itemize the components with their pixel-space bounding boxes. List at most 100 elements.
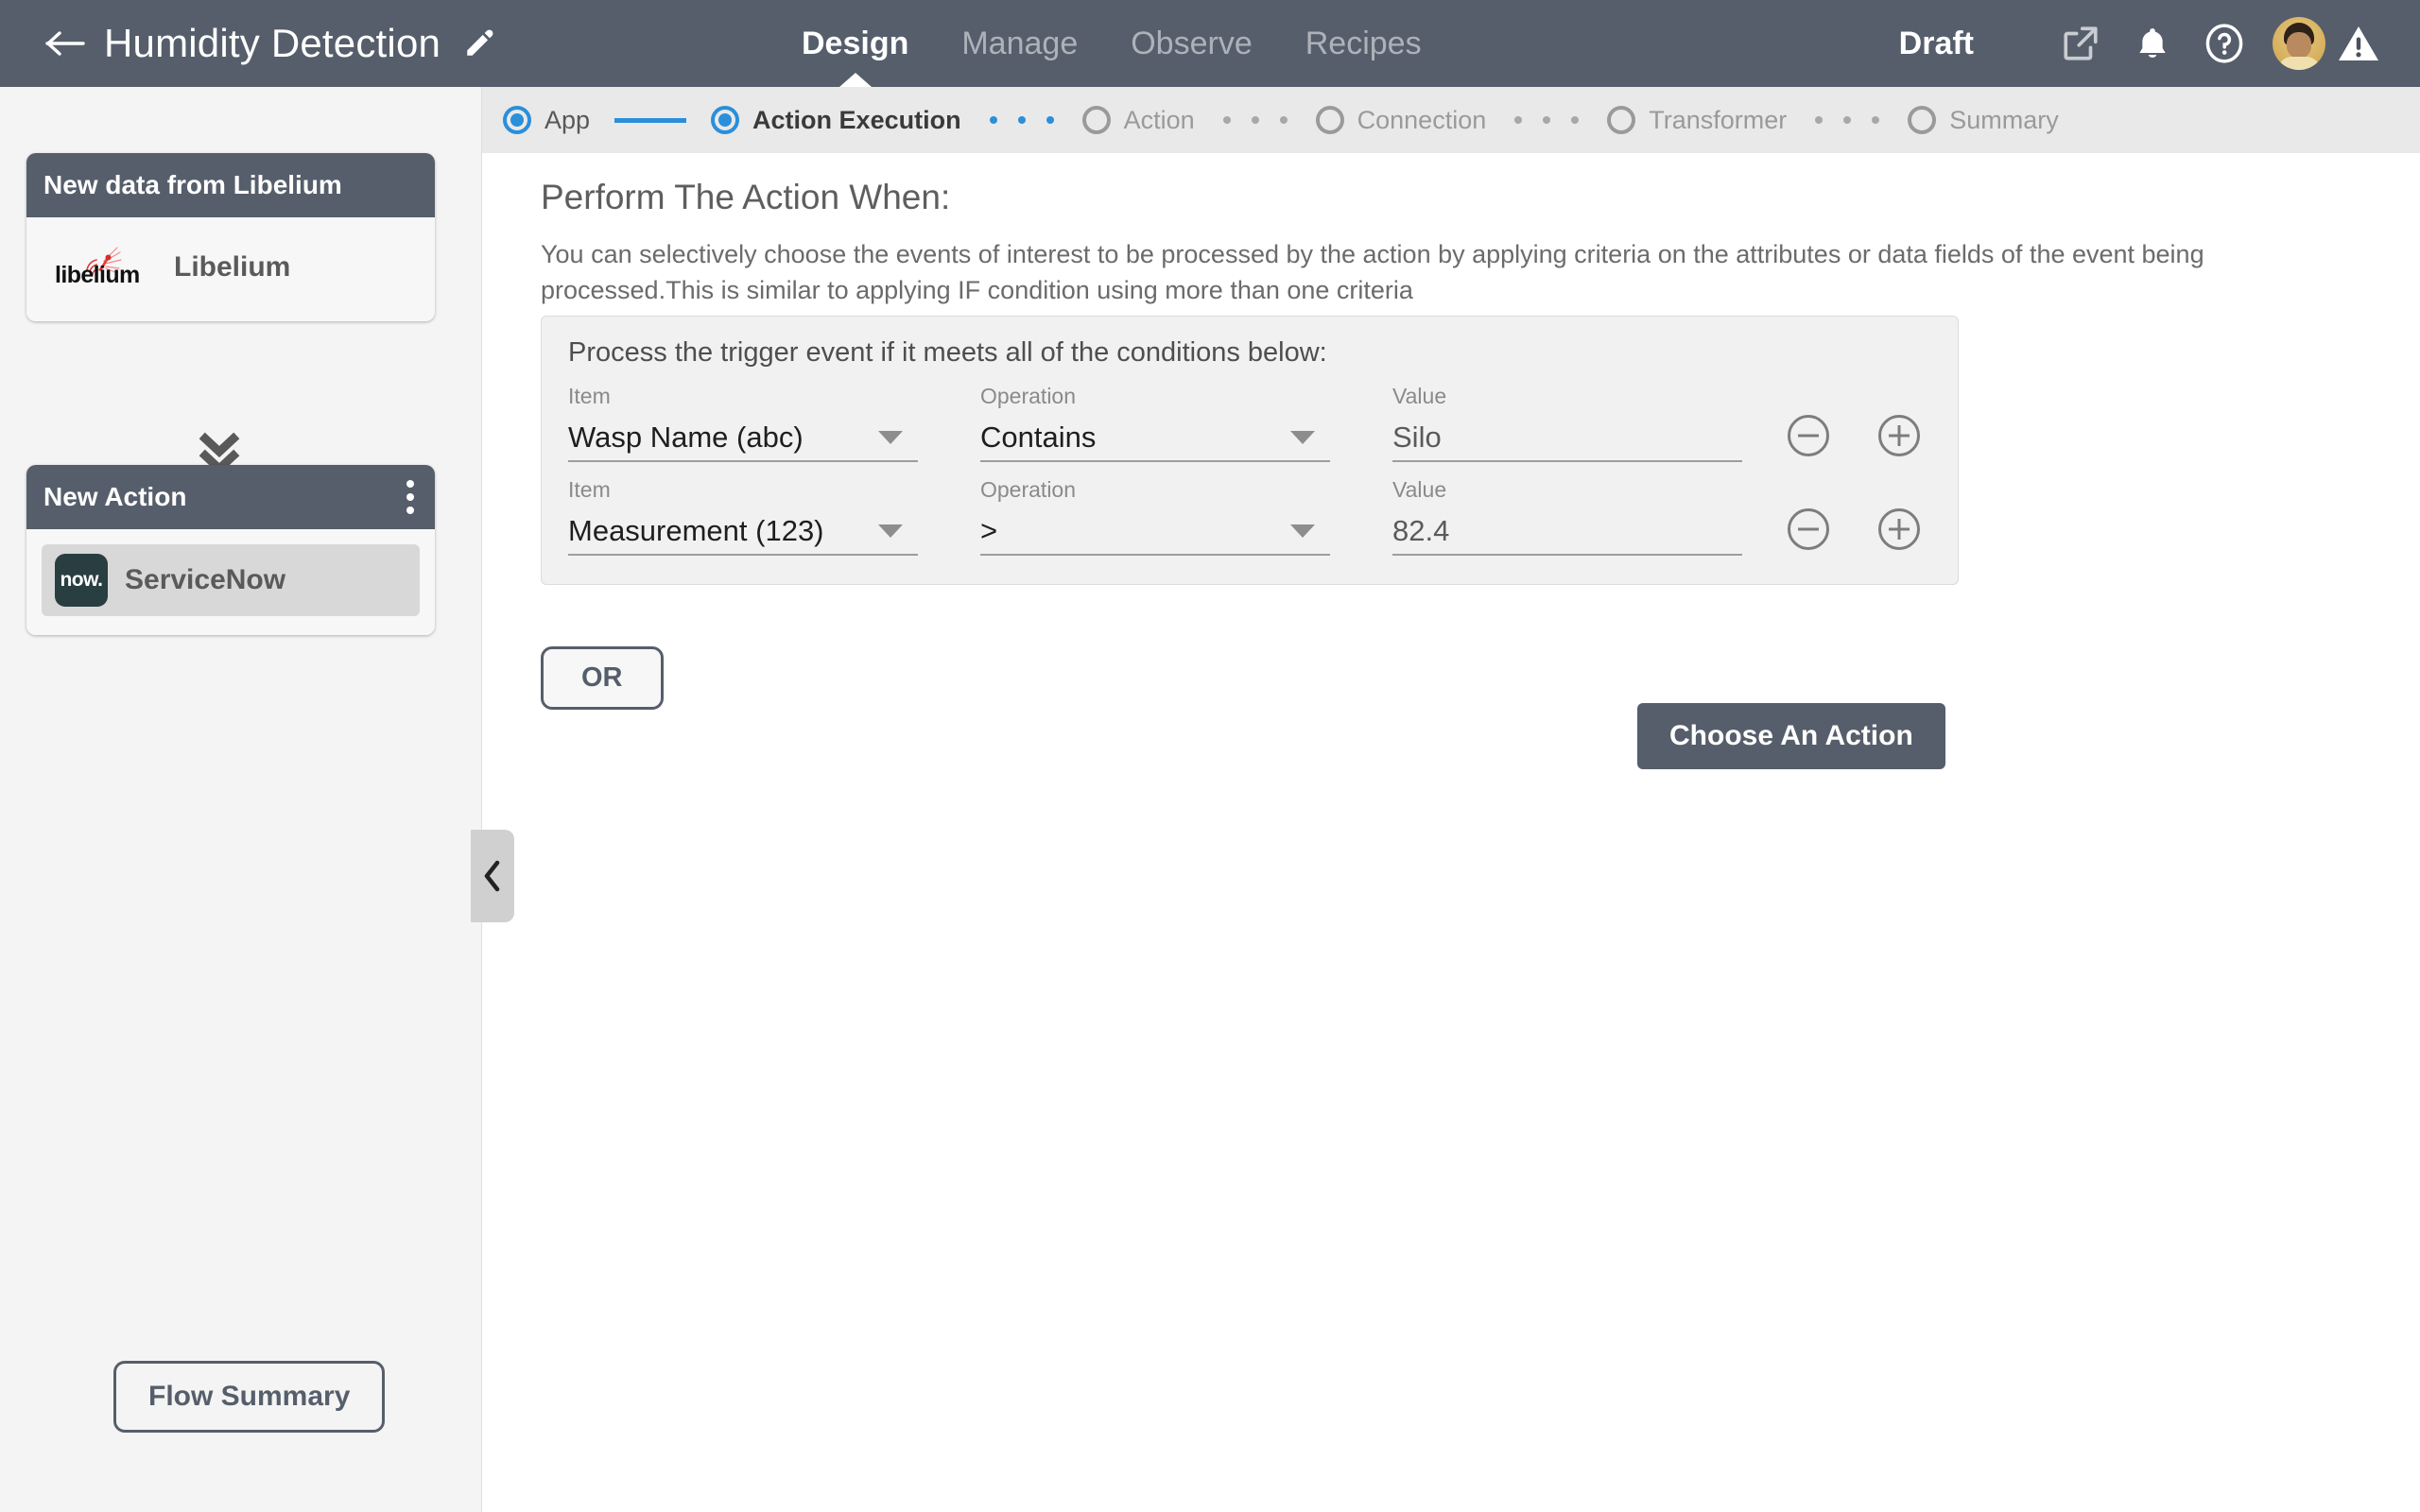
item-value: Wasp Name (abc): [568, 421, 804, 454]
step-label: Summary: [1949, 105, 2059, 134]
avatar[interactable]: [2273, 17, 2325, 70]
step-radio-icon: [1607, 106, 1636, 134]
operation-value: >: [980, 514, 998, 547]
condition-row-buttons: [1788, 415, 1920, 462]
tab-observe[interactable]: Observe: [1104, 0, 1279, 87]
stepper-connector-solid: [614, 117, 687, 123]
trigger-app-label: Libelium: [174, 251, 291, 283]
kebab-menu-icon[interactable]: [406, 480, 414, 514]
external-link-icon[interactable]: [2051, 14, 2110, 73]
operation-select[interactable]: >: [980, 508, 1330, 556]
step-radio-icon: [1315, 106, 1344, 134]
action-app-label: ServiceNow: [125, 564, 286, 595]
step-radio-icon: [1081, 106, 1111, 134]
pencil-icon[interactable]: [461, 26, 497, 61]
condition-row: Item Wasp Name (abc) Operation Contains …: [568, 384, 1931, 462]
value-text: 82.4: [1392, 514, 1450, 547]
section-description: You can selectively choose the events of…: [541, 240, 2204, 305]
condition-operation-field[interactable]: Operation >: [980, 477, 1330, 556]
step-radio-icon: [1908, 106, 1937, 134]
condition-item-field[interactable]: Item Wasp Name (abc): [568, 384, 918, 462]
stepper-connector-dots: [989, 116, 1054, 124]
action-node-title: New Action: [43, 482, 187, 511]
or-button[interactable]: OR: [541, 646, 664, 710]
help-icon[interactable]: [2195, 14, 2254, 73]
stepper-connector-dots: [1514, 116, 1580, 124]
page-title: Humidity Detection: [104, 21, 441, 65]
plus-circle-icon[interactable]: [1878, 415, 1920, 456]
condition-row: Item Measurement (123) Operation > Value…: [568, 477, 1931, 556]
chevron-down-icon: [878, 431, 903, 444]
item-select[interactable]: Measurement (123): [568, 508, 918, 556]
step-summary[interactable]: Summary: [1908, 106, 2059, 135]
action-app-item[interactable]: now. ServiceNow: [42, 544, 420, 616]
main-tab-bar: Design Manage Observe Recipes: [775, 0, 1448, 87]
step-action[interactable]: Action: [1081, 105, 1195, 135]
wizard-stepper: App Action Execution Action Connection T…: [482, 87, 2420, 153]
top-bar: Humidity Detection Design Manage Observe…: [0, 0, 2420, 87]
value-text: Silo: [1392, 421, 1442, 454]
stepper-connector-dots: [1815, 116, 1880, 124]
flow-sidebar: New data from Libelium libelium Libelium…: [0, 87, 482, 1512]
step-label: Action: [1123, 105, 1195, 134]
tab-recipes[interactable]: Recipes: [1279, 0, 1448, 87]
step-label: App: [544, 105, 591, 134]
sidebar-collapse-handle[interactable]: [471, 830, 514, 922]
choose-an-action-button[interactable]: Choose An Action: [1637, 703, 1945, 769]
status-badge: Draft: [1898, 25, 1974, 61]
step-label: Connection: [1357, 105, 1487, 134]
bell-icon[interactable]: [2123, 14, 2182, 73]
chevron-left-icon: [484, 860, 500, 892]
action-node-header: New Action: [26, 465, 435, 529]
trigger-node-body: libelium Libelium: [26, 217, 435, 321]
trigger-app-item[interactable]: libelium Libelium: [42, 232, 420, 302]
value-input[interactable]: Silo: [1392, 415, 1742, 462]
operation-select[interactable]: Contains: [980, 415, 1330, 462]
step-transformer[interactable]: Transformer: [1607, 106, 1787, 135]
minus-circle-icon[interactable]: [1788, 508, 1829, 550]
action-node-card[interactable]: New Action now. ServiceNow: [26, 465, 435, 635]
step-radio-icon: [711, 106, 740, 134]
flow-summary-button[interactable]: Flow Summary: [113, 1361, 386, 1433]
back-arrow-icon[interactable]: [45, 23, 87, 64]
field-label-value: Value: [1392, 384, 1447, 408]
field-label-item: Item: [568, 384, 611, 408]
value-input[interactable]: 82.4: [1392, 508, 1742, 556]
step-app[interactable]: App: [503, 106, 590, 135]
tab-manage[interactable]: Manage: [935, 0, 1104, 87]
section-title: Perform The Action When:: [541, 178, 951, 216]
chevron-down-icon: [1290, 431, 1315, 444]
step-label: Action Execution: [752, 105, 961, 134]
chevron-down-icon: [878, 524, 903, 538]
plus-circle-icon[interactable]: [1878, 508, 1920, 550]
condition-item-field[interactable]: Item Measurement (123): [568, 477, 918, 556]
condition-panel: Process the trigger event if it meets al…: [541, 316, 1959, 585]
minus-circle-icon[interactable]: [1788, 415, 1829, 456]
chevron-down-icon: [1290, 524, 1315, 538]
item-value: Measurement (123): [568, 514, 824, 547]
trigger-node-header: New data from Libelium: [26, 153, 435, 217]
condition-operation-field[interactable]: Operation Contains: [980, 384, 1330, 462]
libelium-logo-icon: libelium: [55, 242, 157, 293]
servicenow-wordmark: now.: [60, 569, 103, 591]
trigger-node-card[interactable]: New data from Libelium libelium Libelium: [26, 153, 435, 321]
libelium-wordmark: libelium: [55, 262, 140, 288]
trigger-node-title: New data from Libelium: [43, 170, 342, 199]
field-label-operation: Operation: [980, 384, 1077, 408]
stepper-connector-dots: [1222, 116, 1288, 124]
servicenow-logo-icon: now.: [55, 554, 108, 607]
step-action-execution[interactable]: Action Execution: [711, 106, 961, 135]
action-node-body: now. ServiceNow: [26, 529, 435, 635]
tab-design[interactable]: Design: [775, 0, 935, 87]
warning-icon[interactable]: [2333, 18, 2384, 69]
field-label-operation: Operation: [980, 477, 1077, 502]
condition-value-field[interactable]: Value 82.4: [1392, 477, 1742, 556]
main-content: Perform The Action When: You can selecti…: [482, 153, 2420, 1512]
topbar-actions: Draft: [1899, 0, 2384, 87]
condition-value-field[interactable]: Value Silo: [1392, 384, 1742, 462]
step-connection[interactable]: Connection: [1315, 105, 1487, 135]
field-label-value: Value: [1392, 477, 1447, 502]
condition-panel-title: Process the trigger event if it meets al…: [568, 337, 1327, 368]
step-radio-icon: [503, 106, 531, 134]
item-select[interactable]: Wasp Name (abc): [568, 415, 918, 462]
